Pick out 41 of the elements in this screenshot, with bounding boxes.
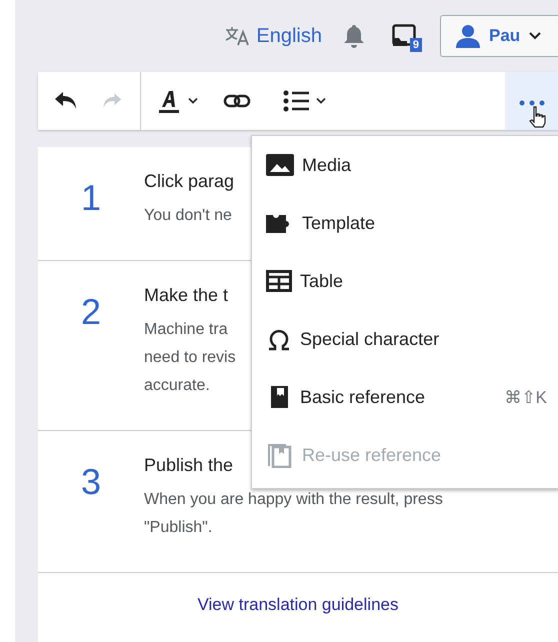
redo-icon <box>102 92 122 110</box>
translate-icon <box>224 26 250 46</box>
guidelines-link[interactable]: View translation guidelines <box>198 595 398 615</box>
step-description: When you are happy with the result, press <box>144 490 443 510</box>
image-icon <box>266 154 294 176</box>
bell-icon[interactable] <box>344 24 364 48</box>
more-button[interactable] <box>505 72 558 130</box>
chevron-down-icon <box>528 31 542 41</box>
step-description: accurate. <box>144 376 211 396</box>
hand-pointer-icon <box>529 106 547 128</box>
user-icon <box>455 24 481 48</box>
notice-count: 9 <box>410 38 422 52</box>
step-description: Machine tra <box>144 320 229 340</box>
table-icon <box>266 270 292 292</box>
menu-item[interactable]: Table <box>252 252 558 310</box>
text-style-icon <box>159 89 181 113</box>
menu-item[interactable]: Media <box>252 136 558 194</box>
omega-icon <box>266 327 292 351</box>
step-title: Make the t <box>144 285 230 306</box>
step-description: You don't ne <box>144 206 233 226</box>
menu-item[interactable]: Basic reference ⌘⇧K <box>252 368 558 426</box>
step-number: 1 <box>80 176 102 220</box>
stacked-pages-icon <box>266 442 294 468</box>
menu-item[interactable]: Special character <box>252 310 558 368</box>
keyboard-shortcut: ⌘⇧K <box>504 386 547 408</box>
notices-button[interactable]: 9 <box>392 24 418 48</box>
step-description: "Publish". <box>144 518 214 538</box>
link-icon <box>223 93 251 109</box>
user-menu-button[interactable]: Pau <box>440 15 558 57</box>
step-description: need to revis <box>144 348 236 368</box>
menu-item[interactable]: Template <box>252 194 558 252</box>
chevron-down-icon <box>187 97 199 105</box>
step-title: Click parag <box>144 171 234 192</box>
step-number: 2 <box>80 290 102 334</box>
tray-icon <box>392 24 418 48</box>
undo-icon <box>54 91 78 111</box>
step-number: 3 <box>80 460 102 504</box>
list-icon <box>283 90 309 112</box>
language-button[interactable]: English <box>224 24 322 48</box>
more-icon <box>518 100 544 106</box>
chevron-down-icon <box>315 97 327 105</box>
